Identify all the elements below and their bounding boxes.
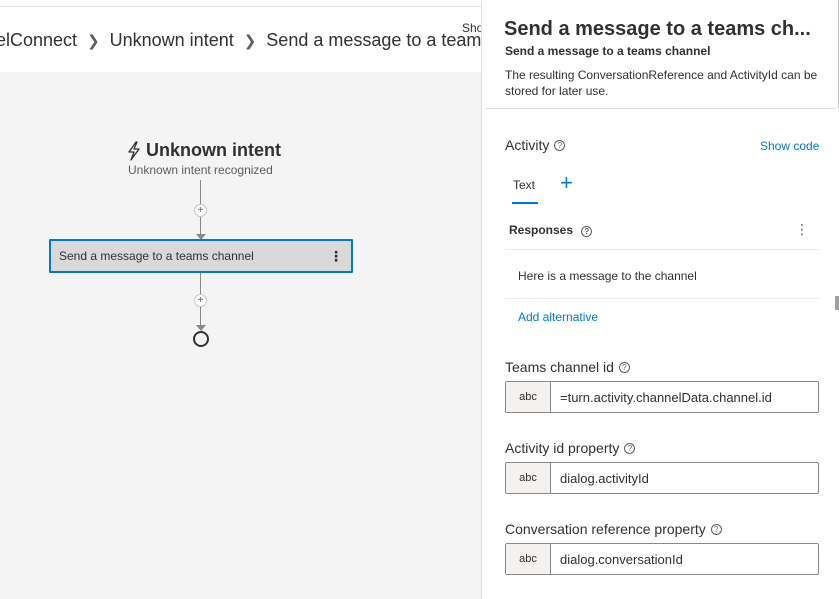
panel-description: The resulting ConversationReference and … <box>505 68 818 98</box>
response-text: Here is a message to the channel <box>518 269 697 283</box>
responses-label-text: Responses <box>509 223 574 237</box>
info-icon[interactable]: ? <box>710 523 722 535</box>
breadcrumb-item-bot[interactable]: elConnect <box>0 30 77 51</box>
info-icon[interactable]: ? <box>618 361 630 373</box>
chevron-right-icon: ❯ <box>87 32 100 50</box>
teams-channel-id-input[interactable] <box>551 382 818 412</box>
info-icon[interactable]: ? <box>554 139 566 151</box>
trigger-subtitle: Unknown intent recognized <box>128 163 273 177</box>
conversation-reference-input[interactable] <box>551 544 818 574</box>
tab-active-indicator <box>512 202 538 204</box>
editor-area: elConnect ❯ Unknown intent ❯ Send a mess… <box>0 0 481 599</box>
breadcrumb-item-trigger[interactable]: Unknown intent <box>110 30 234 51</box>
scrollbar-thumb[interactable] <box>835 296 839 310</box>
activity-label: Activity ? <box>505 137 566 153</box>
conversation-reference-label: Conversation reference property ? <box>505 521 722 537</box>
trigger-header[interactable]: Unknown intent <box>126 140 281 161</box>
action-node-label: Send a message to a teams channel <box>59 249 254 263</box>
responses-header: Responses ? ⋮ <box>505 213 819 250</box>
conversation-reference-field: abc <box>505 543 819 575</box>
trigger-title: Unknown intent <box>146 140 281 160</box>
breadcrumb: elConnect ❯ Unknown intent ❯ Send a mess… <box>0 30 481 51</box>
add-tab-icon[interactable]: + <box>560 170 573 196</box>
info-icon[interactable]: ? <box>624 442 636 454</box>
more-options-icon[interactable]: ⋮ <box>329 248 343 265</box>
response-item[interactable]: Here is a message to the channel <box>505 250 819 299</box>
field-label-text: Activity id property <box>505 440 620 456</box>
activity-id-property-input[interactable] <box>551 463 818 493</box>
info-icon[interactable]: ? <box>581 226 593 237</box>
activity-id-property-field: abc <box>505 462 819 494</box>
type-selector[interactable]: abc <box>506 544 551 574</box>
panel-subtitle: Send a message to a teams channel <box>505 44 711 58</box>
action-node-send-message[interactable]: Send a message to a teams channel ⋮ <box>49 239 353 273</box>
activity-label-text: Activity <box>505 137 550 153</box>
teams-channel-id-label: Teams channel id ? <box>505 359 630 375</box>
properties-panel: Send a message to a teams ch... Send a m… <box>481 0 839 599</box>
panel-header: Send a message to a teams ch... Send a m… <box>486 0 839 109</box>
add-action-icon[interactable]: + <box>194 204 207 217</box>
add-alternative-link[interactable]: Add alternative <box>518 310 598 324</box>
type-selector[interactable]: abc <box>506 382 551 412</box>
chevron-right-icon: ❯ <box>243 32 257 50</box>
activity-id-property-label: Activity id property ? <box>505 440 636 456</box>
show-code-button-clipped[interactable]: Show code <box>462 21 481 35</box>
teams-channel-id-field: abc <box>505 381 819 413</box>
add-action-icon[interactable]: + <box>194 294 207 307</box>
type-selector[interactable]: abc <box>506 463 551 493</box>
field-label-text: Conversation reference property <box>505 521 706 537</box>
lightning-icon <box>128 140 140 161</box>
responses-label: Responses ? <box>509 223 593 237</box>
tab-text[interactable]: Text <box>513 178 535 192</box>
show-code-link[interactable]: Show code <box>760 139 819 153</box>
breadcrumb-item-action[interactable]: Send a message to a teams channel <box>266 30 481 51</box>
field-label-text: Teams channel id <box>505 359 614 375</box>
more-options-icon[interactable]: ⋮ <box>795 221 809 238</box>
panel-title[interactable]: Send a message to a teams ch... <box>504 18 811 41</box>
end-node-icon <box>193 331 209 347</box>
header-divider <box>0 6 481 7</box>
